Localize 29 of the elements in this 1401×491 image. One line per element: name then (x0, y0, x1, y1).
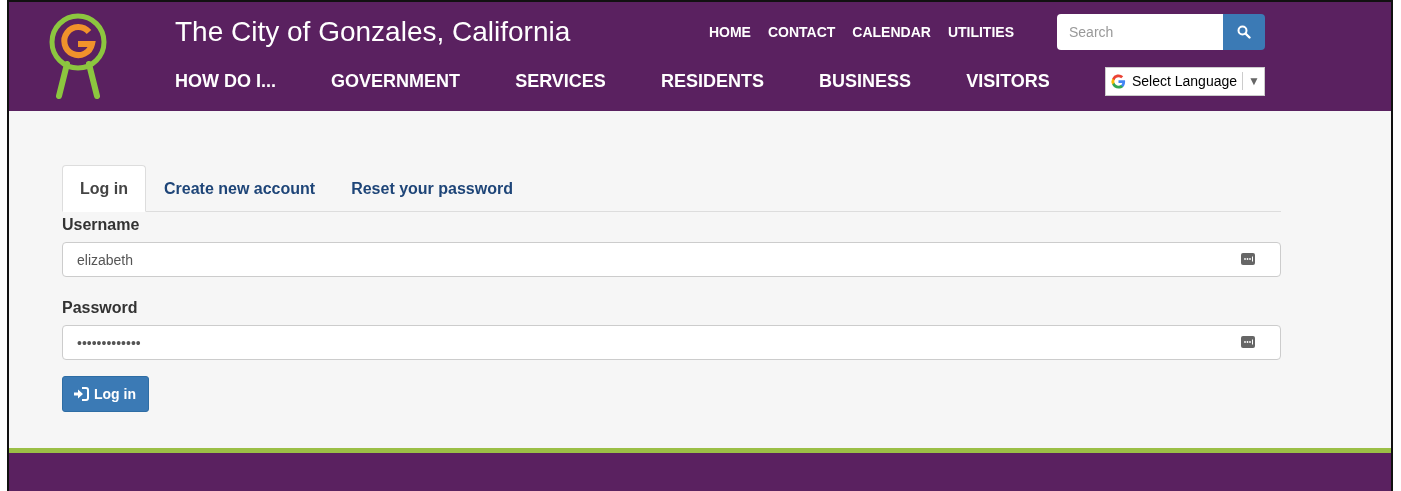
input-field[interactable]: elizabeth (62, 242, 1281, 277)
google-icon (1109, 72, 1127, 90)
search-field[interactable]: Search (1057, 14, 1223, 50)
tab[interactable]: Log in (62, 165, 146, 212)
field-label: Password (62, 299, 139, 317)
search-button[interactable] (1223, 14, 1265, 50)
search-icon (1237, 25, 1251, 39)
top-link[interactable]: CALENDAR (852, 24, 931, 40)
password-manager-icon[interactable] (1241, 336, 1255, 348)
sign-in-icon (73, 387, 89, 401)
password-manager-icon[interactable] (1241, 253, 1255, 265)
nav-item[interactable]: GOVERNMENT (331, 70, 461, 92)
tab[interactable]: Create new account (146, 165, 334, 212)
nav-item[interactable]: VISITORS (966, 70, 1050, 92)
language-value: Select Language (1131, 73, 1238, 89)
input-field[interactable]: ••••••••••••• (62, 325, 1281, 360)
top-link[interactable]: HOME (708, 24, 751, 40)
nav-item[interactable]: SERVICES (515, 70, 606, 92)
top-link[interactable]: CONTACT (767, 24, 836, 40)
nav-item[interactable]: BUSINESS (819, 70, 912, 92)
site-title[interactable]: The City of Gonzales, California (175, 16, 709, 48)
language-select[interactable]: Select Language ▼ (1104, 66, 1265, 96)
nav-item[interactable]: RESIDENTS (660, 70, 764, 92)
tab[interactable]: Reset your password (333, 165, 531, 212)
nav-item[interactable]: HOW DO I... (175, 70, 276, 92)
dropdown-arrow: ▼ (1248, 74, 1260, 88)
field-label: Username (62, 216, 141, 234)
login-button[interactable]: Log in (62, 376, 149, 412)
top-link[interactable]: UTILITIES (947, 24, 1014, 40)
